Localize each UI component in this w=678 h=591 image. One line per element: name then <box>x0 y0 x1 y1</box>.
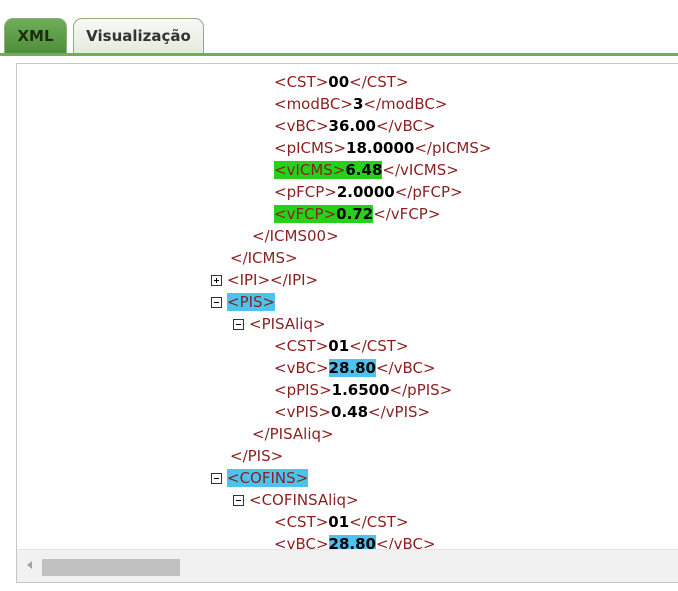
collapse-icon[interactable] <box>233 319 244 330</box>
xml-line-modbc: <modBC>3</modBC> <box>274 95 448 113</box>
tab-bar: XML Visualização <box>0 0 678 56</box>
scrollbar-thumb[interactable] <box>42 559 180 576</box>
expand-icon[interactable] <box>211 275 222 286</box>
xml-node-ipi: <IPI></IPI> <box>211 269 318 291</box>
xml-node-pis: <PIS> <box>211 291 276 313</box>
xml-line-vfcp: <vFCP>0.72</vFCP> <box>274 205 441 223</box>
highlight-green: <vFCP>0.72 <box>274 205 374 223</box>
xml-line-cst: <CST>00</CST> <box>274 73 409 91</box>
highlight-green: <vICMS>6.48 <box>274 161 383 179</box>
tab-visualizacao[interactable]: Visualização <box>73 18 204 54</box>
xml-line-vbc: <vBC>28.80</vBC> <box>274 359 436 377</box>
xml-line-vpis: <vPIS>0.48</vPIS> <box>274 403 431 421</box>
horizontal-scrollbar[interactable] <box>17 549 678 582</box>
xml-line-pisaliq-close: </PISAliq> <box>252 425 334 443</box>
tab-xml[interactable]: XML <box>4 18 67 54</box>
collapse-icon[interactable] <box>211 473 222 484</box>
highlight-blue: <COFINS> <box>227 469 309 487</box>
xml-line-picms: <pICMS>18.0000</pICMS> <box>274 139 492 157</box>
xml-line-icms00-close: </ICMS00> <box>252 227 339 245</box>
xml-viewer[interactable]: <CST>00</CST> <modBC>3</modBC> <vBC>36.0… <box>16 63 678 583</box>
highlight-blue: 28.80 <box>328 359 376 377</box>
xml-line-cst: <CST>01</CST> <box>274 337 409 355</box>
xml-line-vbc: <vBC>36.00</vBC> <box>274 117 436 135</box>
xml-line-pis-close: </PIS> <box>230 447 284 465</box>
xml-node-pisaliq: <PISAliq> <box>233 313 326 335</box>
collapse-icon[interactable] <box>211 297 222 308</box>
highlight-blue: <PIS> <box>227 293 276 311</box>
xml-line-icms-close: </ICMS> <box>230 249 298 267</box>
xml-node-cofinsaliq: <COFINSAliq> <box>233 489 359 511</box>
xml-line-pfcp: <pFCP>2.0000</pFCP> <box>274 183 463 201</box>
xml-line-ppis: <pPIS>1.6500</pPIS> <box>274 381 453 399</box>
tab-baseline <box>0 53 678 56</box>
xml-node-cofins: <COFINS> <box>211 467 309 489</box>
xml-line-vicms: <vICMS>6.48</vICMS> <box>274 161 459 179</box>
xml-line-cst: <CST>01</CST> <box>274 513 409 531</box>
collapse-icon[interactable] <box>233 495 244 506</box>
scroll-left-arrow-icon[interactable] <box>27 561 32 569</box>
